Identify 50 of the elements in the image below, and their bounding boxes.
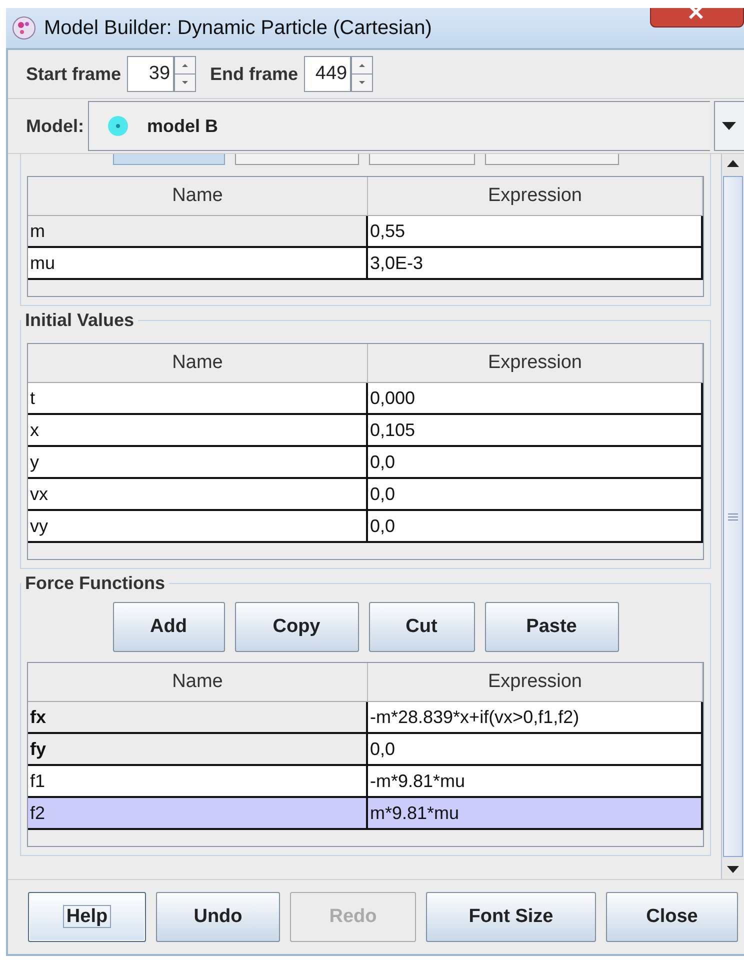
app-icon	[12, 16, 36, 40]
action-button[interactable]: Paste	[484, 602, 618, 652]
partial-button[interactable]	[485, 154, 619, 165]
table-cell: 3,0E-3	[368, 248, 703, 278]
spinner-arrows-icon[interactable]	[351, 56, 374, 92]
table-cell: m*9.81*mu	[368, 798, 703, 828]
table-cell: vy	[28, 511, 368, 541]
table-cell: 0,0	[368, 511, 703, 541]
table-cell: fy	[28, 734, 368, 764]
table-cell: fx	[28, 702, 368, 732]
table-cell: m	[28, 216, 368, 246]
table-cell: 0,0	[368, 734, 703, 764]
spinner-arrows-icon[interactable]	[174, 56, 196, 92]
dialog-button[interactable]: Font Size	[426, 892, 596, 942]
window-title: Model Builder: Dynamic Particle (Cartesian)	[44, 16, 432, 40]
table-cell: 0,000	[368, 383, 703, 413]
table-cell: -m*28.839*x+if(vx>0,f1,f2)	[368, 702, 703, 732]
model-dropdown[interactable]: model B	[88, 101, 710, 151]
table-cell: f1	[28, 766, 368, 796]
start-frame-label: Start frame	[26, 64, 122, 84]
table-cell: vx	[28, 479, 368, 509]
table-cell: 0,105	[368, 415, 703, 445]
dialog-button[interactable]: Close	[606, 892, 738, 942]
table-cell: 0,55	[368, 216, 703, 246]
table-cell: mu	[28, 248, 368, 278]
section-title: Force Functions	[24, 573, 166, 594]
partial-button[interactable]	[113, 154, 225, 165]
close-icon[interactable]	[650, 8, 744, 28]
model-label: Model:	[26, 116, 84, 136]
dialog-button[interactable]: Help	[28, 892, 146, 942]
action-button[interactable]: Copy	[234, 602, 358, 652]
end-frame-field[interactable]: 449	[304, 56, 352, 92]
table-cell: -m*9.81*mu	[368, 766, 703, 796]
target-circle-icon	[107, 115, 129, 137]
table-cell: 0,0	[368, 479, 703, 509]
table-cell: f2	[28, 798, 368, 828]
partial-button[interactable]	[369, 154, 475, 165]
table-cell: x	[28, 415, 368, 445]
start-frame-field[interactable]: 39	[127, 56, 174, 92]
end-frame-label: End frame	[210, 64, 298, 84]
table-cell: 0,0	[368, 447, 703, 477]
dropdown-arrow-icon[interactable]	[714, 101, 744, 151]
partial-button[interactable]	[235, 154, 359, 165]
dialog-button[interactable]: Undo	[156, 892, 280, 942]
section-title: Initial Values	[24, 310, 136, 331]
action-button[interactable]: Cut	[368, 602, 474, 652]
table-cell: t	[28, 383, 368, 413]
grip-lines-icon	[728, 512, 738, 520]
table-cell: y	[28, 447, 368, 477]
action-button[interactable]: Add	[112, 602, 224, 652]
